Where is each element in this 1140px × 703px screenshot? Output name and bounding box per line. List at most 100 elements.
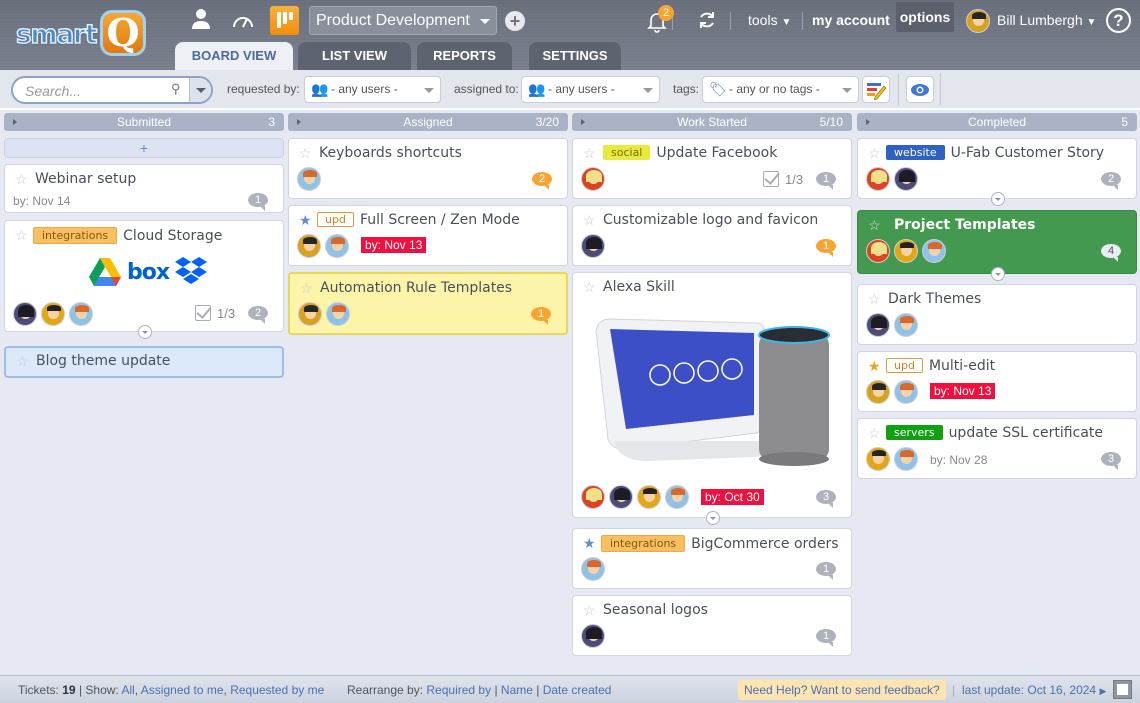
comments-count[interactable]: 2 bbox=[532, 172, 552, 190]
collapse-arrow-icon[interactable] bbox=[581, 119, 585, 125]
alexa-device-image[interactable] bbox=[588, 311, 833, 471]
board-kanban-icon[interactable] bbox=[270, 6, 299, 35]
column-header[interactable]: Submitted 3 bbox=[4, 113, 284, 131]
comments-count[interactable]: 3 bbox=[816, 490, 836, 508]
star-icon[interactable]: ☆ bbox=[15, 227, 28, 244]
expand-card-icon[interactable] bbox=[138, 325, 152, 339]
comments-count[interactable]: 1 bbox=[816, 562, 836, 580]
avatar[interactable] bbox=[665, 485, 689, 509]
expand-card-icon[interactable] bbox=[991, 192, 1005, 206]
star-icon[interactable]: ☆ bbox=[16, 353, 29, 370]
show-assigned-link[interactable]: Assigned to me bbox=[141, 683, 224, 697]
star-icon[interactable]: ☆ bbox=[868, 291, 881, 308]
avatar[interactable] bbox=[297, 234, 321, 258]
comments-count[interactable]: 1 bbox=[248, 193, 268, 211]
avatar[interactable] bbox=[326, 302, 350, 326]
sort-name-link[interactable]: Name bbox=[501, 683, 533, 697]
avatar[interactable] bbox=[866, 239, 890, 263]
avatar[interactable] bbox=[866, 447, 890, 471]
expand-card-icon[interactable] bbox=[991, 267, 1005, 281]
card[interactable]: ☆ Blog theme update bbox=[4, 346, 284, 378]
feedback-link[interactable]: Need Help? Want to send feedback? bbox=[738, 680, 946, 700]
card[interactable]: ★ upd Full Screen / Zen Mode by: Nov 13 bbox=[288, 205, 568, 266]
star-filled-icon[interactable]: ★ bbox=[583, 535, 596, 552]
user-icon[interactable] bbox=[191, 8, 211, 36]
avatar[interactable] bbox=[581, 485, 605, 509]
tab-settings[interactable]: SETTINGS bbox=[529, 42, 621, 70]
card[interactable]: ☆ Seasonal logos 1 bbox=[572, 595, 852, 656]
sort-required-by-link[interactable]: Required by bbox=[426, 683, 491, 697]
star-filled-icon[interactable]: ★ bbox=[299, 212, 312, 229]
avatar[interactable] bbox=[609, 485, 633, 509]
avatar[interactable] bbox=[894, 380, 918, 404]
avatar[interactable] bbox=[581, 624, 605, 648]
add-card-button[interactable]: + bbox=[4, 138, 284, 158]
tag-upd[interactable]: upd bbox=[317, 212, 354, 227]
refresh-icon[interactable] bbox=[697, 10, 717, 36]
card[interactable]: ★ upd Multi-edit by: Nov 13 bbox=[857, 351, 1137, 412]
avatar[interactable] bbox=[69, 302, 93, 326]
my-account-link[interactable]: my account bbox=[812, 12, 890, 28]
tag-integrations[interactable]: integrations bbox=[601, 535, 686, 552]
avatar[interactable] bbox=[298, 302, 322, 326]
requested-by-select[interactable]: 👥 - any users - bbox=[304, 76, 441, 103]
tag-website[interactable]: website bbox=[886, 145, 945, 160]
visibility-button[interactable] bbox=[906, 76, 934, 103]
tab-board-view[interactable]: BOARD VIEW bbox=[175, 42, 293, 70]
show-all-link[interactable]: All bbox=[121, 683, 134, 697]
card[interactable]: ☆ Customizable logo and favicon 1 bbox=[572, 205, 852, 266]
avatar[interactable] bbox=[581, 167, 605, 191]
star-icon[interactable]: ☆ bbox=[868, 145, 881, 162]
card[interactable]: ☆ Webinar setup by: Nov 14 1 bbox=[4, 164, 284, 213]
star-icon[interactable]: ☆ bbox=[583, 145, 596, 162]
avatar[interactable] bbox=[866, 380, 890, 404]
avatar[interactable] bbox=[581, 234, 605, 258]
avatar[interactable] bbox=[894, 167, 918, 191]
avatar[interactable] bbox=[325, 234, 349, 258]
card[interactable]: ☆ Dark Themes bbox=[857, 284, 1137, 345]
card[interactable]: ☆ integrations Cloud Storage box 1/3 2 bbox=[4, 220, 284, 339]
tag-servers[interactable]: servers bbox=[886, 425, 943, 440]
comments-count[interactable]: 3 bbox=[1101, 452, 1121, 470]
assigned-to-select[interactable]: 👥 - any users - bbox=[521, 76, 660, 103]
star-icon[interactable]: ☆ bbox=[868, 425, 881, 442]
add-project-button[interactable]: + bbox=[505, 11, 525, 31]
avatar[interactable] bbox=[866, 313, 890, 337]
card[interactable]: ☆ Alexa Skill by: Oct 30 3 bbox=[572, 272, 852, 525]
avatar[interactable] bbox=[894, 313, 918, 337]
project-select[interactable]: Product Development bbox=[309, 6, 497, 35]
star-icon[interactable]: ☆ bbox=[583, 279, 596, 296]
card[interactable]: ☆ Automation Rule Templates 1 bbox=[288, 272, 568, 335]
avatar[interactable] bbox=[866, 167, 890, 191]
column-header[interactable]: Work Started 5/10 bbox=[572, 113, 852, 131]
user-menu[interactable]: Bill Lumbergh ▼ bbox=[997, 12, 1096, 28]
card[interactable]: ☆ servers update SSL certificate by: Nov … bbox=[857, 418, 1137, 479]
last-update-link[interactable]: last update: Oct 16, 2024 ▶ bbox=[962, 683, 1106, 697]
search-box[interactable]: Search... ⚲ bbox=[11, 76, 213, 104]
sort-date-created-link[interactable]: Date created bbox=[543, 683, 612, 697]
tag-integrations[interactable]: integrations bbox=[33, 227, 118, 244]
tools-menu[interactable]: tools ▼ bbox=[748, 12, 791, 28]
tag-upd[interactable]: upd bbox=[886, 358, 923, 373]
tag-social[interactable]: social bbox=[603, 145, 651, 160]
avatar[interactable] bbox=[894, 447, 918, 471]
checklist-progress[interactable]: 1/3 bbox=[763, 171, 803, 187]
star-filled-icon[interactable]: ★ bbox=[868, 358, 881, 375]
column-header[interactable]: Assigned 3/20 bbox=[288, 113, 568, 131]
collapse-arrow-icon[interactable] bbox=[866, 119, 870, 125]
tags-select[interactable]: 🏷 - any or no tags - bbox=[702, 76, 859, 103]
star-icon[interactable]: ☆ bbox=[583, 602, 596, 619]
edit-tags-button[interactable] bbox=[862, 76, 890, 103]
card[interactable]: ☆ website U-Fab Customer Story 2 bbox=[857, 138, 1137, 206]
options-button[interactable]: options bbox=[896, 2, 954, 32]
comments-count[interactable]: 1 bbox=[816, 172, 836, 190]
avatar[interactable] bbox=[894, 239, 918, 263]
expand-card-icon[interactable] bbox=[706, 511, 720, 525]
tab-list-view[interactable]: LIST VIEW bbox=[298, 42, 411, 70]
avatar[interactable] bbox=[581, 557, 605, 581]
comments-count[interactable]: 1 bbox=[816, 239, 836, 257]
avatar[interactable] bbox=[13, 302, 37, 326]
avatar[interactable] bbox=[297, 167, 321, 191]
avatar[interactable] bbox=[922, 239, 946, 263]
card[interactable]: ☆ social Update Facebook 1/3 1 bbox=[572, 138, 852, 199]
